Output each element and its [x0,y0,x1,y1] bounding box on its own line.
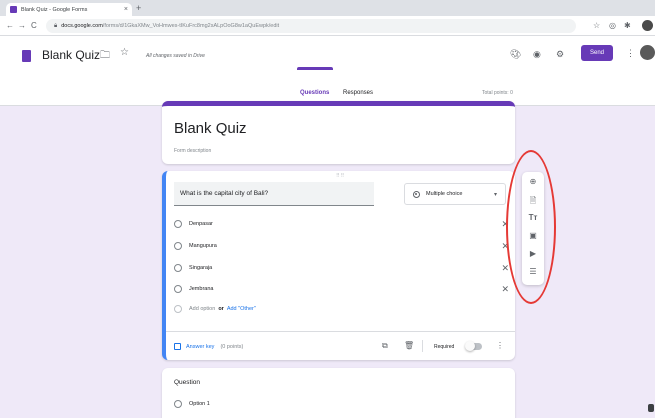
browser-tab-title: Blank Quiz - Google Forms [21,6,88,13]
option-label[interactable]: Mangupura [189,243,217,249]
user-avatar[interactable] [640,45,655,60]
list-item[interactable]: Mangupura ✕ [174,240,509,252]
add-other-button[interactable]: Add "Other" [227,306,256,312]
url-host: docs.google.com [61,23,103,29]
option-label[interactable]: Denpasar [189,221,213,227]
required-label: Required [434,344,455,350]
forward-icon[interactable]: → [18,21,26,30]
tab-questions[interactable]: Questions [300,90,329,96]
radio-circle-icon [174,242,182,250]
forms-header: Blank Quiz 🗀︎ ☆ All changes saved in Dri… [0,36,655,106]
question-title[interactable]: Question [174,379,200,386]
google-forms-logo-icon[interactable] [22,50,31,62]
extensions-puzzle-icon[interactable]: ✱ [624,21,631,30]
forms-favicon-icon [10,6,17,13]
add-title-icon[interactable]: Tт [522,213,544,222]
new-tab-button[interactable]: + [136,3,141,13]
send-button[interactable]: Send [581,45,613,61]
browser-tab-bar: Blank Quiz - Google Forms × + [0,0,655,16]
list-item[interactable]: Jembrana ✕ [174,283,509,295]
add-video-icon[interactable]: ▶ [522,249,544,258]
answer-key-label: Answer key [186,343,215,350]
option-label[interactable]: Jembrana [189,286,213,292]
toggle-knob [465,341,475,351]
import-questions-icon[interactable]: 🗎︎ [522,195,544,209]
browser-tab[interactable]: Blank Quiz - Google Forms × [6,3,132,16]
question-more-options-icon[interactable]: ⋮ [496,341,504,350]
active-tab-indicator [297,67,333,70]
address-bar[interactable]: 🔒︎ docs.google.com /forms/d/1GkaXMw_VoHm… [46,19,576,33]
radio-circle-icon [174,305,182,313]
list-item[interactable]: Denpasar ✕ [174,218,509,230]
required-toggle[interactable] [465,341,482,351]
question-title-input[interactable]: What is the capital city of Bali? [174,182,374,206]
extension-icon[interactable]: ◎ [609,21,616,30]
radio-circle-icon [174,220,182,228]
customize-theme-icon[interactable]: 🎨︎ [510,49,521,60]
settings-gear-icon[interactable]: ⚙ [556,49,564,60]
remove-option-icon[interactable]: ✕ [501,241,509,252]
option-label[interactable]: Option 1 [189,401,210,407]
radio-circle-icon [174,400,182,408]
footer-divider [422,340,423,352]
question-type-label: Multiple choice [426,191,463,197]
question-toolbar: ⊕ 🗎︎ Tт ▣ ▶ ☰ [522,172,544,285]
add-question-icon[interactable]: ⊕ [522,177,544,186]
form-name[interactable]: Blank Quiz [42,48,100,62]
bookmark-star-icon[interactable]: ☆ [593,21,600,30]
question-points: (0 points) [220,343,244,350]
remove-option-icon[interactable]: ✕ [501,284,509,295]
remove-option-icon[interactable]: ✕ [501,263,509,274]
more-options-icon[interactable]: ⋮ [626,48,635,59]
help-icon[interactable] [648,404,654,412]
radio-circle-icon [174,285,182,293]
remove-option-icon[interactable]: ✕ [501,219,509,230]
duplicate-icon[interactable]: ⧉ [382,341,388,351]
option-label[interactable]: Singaraja [189,265,212,271]
form-title[interactable]: Blank Quiz [174,120,247,137]
total-points: Total points: 0 [482,90,513,96]
answer-key-button[interactable]: Answer key (0 points) [174,343,243,350]
drag-handle-icon[interactable]: ⠿⠿ [336,173,345,179]
answer-key-checkbox-icon [174,343,181,350]
tab-responses[interactable]: Responses [343,90,373,96]
form-title-card[interactable]: Blank Quiz Form description [162,101,515,164]
delete-trash-icon[interactable]: 🗑︎ [404,341,414,350]
browser-toolbar: ← → C 🔒︎ docs.google.com /forms/d/1GkaXM… [0,16,655,36]
chevron-down-icon: ▾ [493,191,497,198]
reload-icon[interactable]: C [31,21,37,30]
back-icon[interactable]: ← [6,21,14,30]
question-footer: Answer key (0 points) ⧉ 🗑︎ Required ⋮ [166,331,515,360]
add-option-row: Add option or Add "Other" [174,305,256,313]
add-option-button[interactable]: Add option [189,306,215,312]
star-icon[interactable]: ☆ [120,47,129,58]
url-path: /forms/d/1GkaXMw_VoHmwes-tIKuFrc8mg2sALp… [102,23,280,29]
lock-icon: 🔒︎ [54,22,58,29]
save-status: All changes saved in Drive [146,53,205,59]
question-type-dropdown[interactable]: Multiple choice ▾ [404,183,506,205]
move-to-folder-icon[interactable]: 🗀︎ [100,48,110,65]
add-image-icon[interactable]: ▣ [522,231,544,240]
second-question-card[interactable]: Question Option 1 [162,368,515,418]
browser-profile-avatar[interactable] [642,20,653,31]
list-item[interactable]: Singaraja ✕ [174,262,509,274]
preview-eye-icon[interactable]: ◉ [533,49,541,60]
add-section-icon[interactable]: ☰ [522,267,544,276]
radio-button-icon [413,190,420,198]
tab-close-icon[interactable]: × [124,6,128,13]
list-item[interactable]: Option 1 [174,400,210,408]
radio-circle-icon [174,264,182,272]
form-description[interactable]: Form description [174,148,211,154]
or-label: or [218,306,224,312]
question-card[interactable]: ⠿⠿ What is the capital city of Bali? Mul… [162,171,515,360]
